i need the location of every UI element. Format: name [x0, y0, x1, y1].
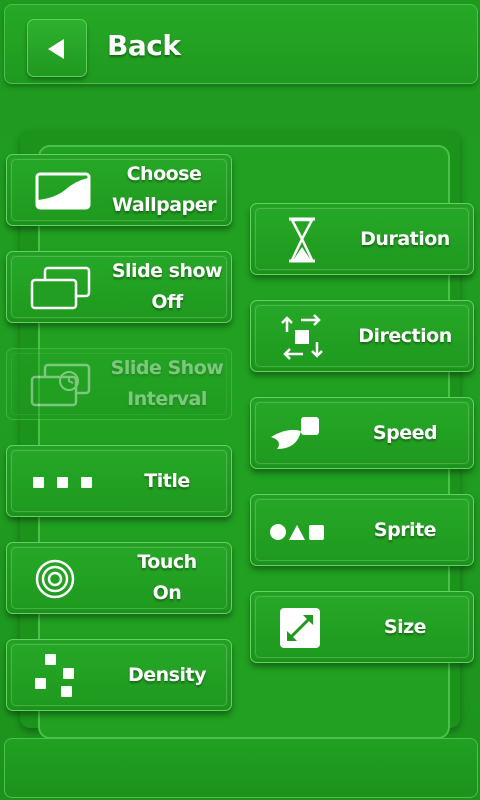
label-line1: Slide show	[111, 260, 223, 282]
density-icon	[35, 654, 74, 697]
density-button[interactable]: Density	[6, 639, 232, 711]
bottom-bar	[4, 738, 478, 798]
top-bar: Back	[4, 4, 478, 84]
button-label: Density	[103, 640, 231, 710]
choose-wallpaper-button[interactable]: Choose Wallpaper	[6, 154, 232, 226]
label-line2: On	[152, 582, 182, 604]
speed-button[interactable]: Speed	[250, 397, 474, 469]
dots-icon	[33, 477, 92, 488]
button-label: Slide show Off	[103, 252, 231, 322]
slideshow-interval-button: Slide Show Interval	[6, 348, 232, 420]
shapes-icon	[270, 524, 324, 540]
button-label: Duration	[337, 204, 473, 274]
back-button[interactable]	[27, 19, 87, 77]
slideshow-button[interactable]: Slide show Off	[6, 251, 232, 323]
title-button[interactable]: Title	[6, 445, 232, 517]
label-line1: Slide Show	[110, 357, 224, 379]
label-line1: Touch	[137, 551, 197, 573]
back-arrow-icon	[48, 39, 64, 59]
direction-button[interactable]: Direction	[250, 300, 474, 372]
label-line1: Size	[383, 615, 427, 638]
sprite-button[interactable]: Sprite	[250, 494, 474, 566]
speed-icon	[271, 417, 319, 449]
interval-icon	[30, 363, 91, 407]
slideshow-icon	[30, 266, 91, 310]
target-icon	[35, 559, 75, 599]
arrows-icon	[281, 314, 323, 360]
label-line1: Density	[128, 663, 206, 686]
button-label: Speed	[337, 398, 473, 468]
label-line1: Duration	[360, 227, 450, 250]
label-line1: Direction	[358, 324, 452, 347]
label-line1: Sprite	[373, 518, 437, 541]
button-label: Title	[103, 446, 231, 516]
label-line2: Wallpaper	[112, 194, 216, 216]
label-line1: Speed	[372, 421, 438, 444]
label-line2: Interval	[127, 388, 207, 410]
button-label: Slide Show Interval	[103, 349, 231, 419]
hourglass-icon	[289, 217, 315, 263]
button-label: Direction	[337, 301, 473, 371]
label-line1: Title	[144, 469, 190, 492]
button-label: Choose Wallpaper	[97, 155, 231, 225]
touch-button[interactable]: Touch On	[6, 542, 232, 614]
label-line1: Choose	[126, 163, 202, 185]
button-label: Touch On	[103, 543, 231, 613]
label-line2: Off	[151, 291, 183, 313]
resize-icon	[280, 608, 320, 648]
duration-button[interactable]: Duration	[250, 203, 474, 275]
button-label: Sprite	[337, 495, 473, 565]
size-button[interactable]: Size	[250, 591, 474, 663]
back-label[interactable]: Back	[107, 29, 181, 62]
wallpaper-icon	[35, 172, 91, 210]
button-label: Size	[337, 592, 473, 662]
